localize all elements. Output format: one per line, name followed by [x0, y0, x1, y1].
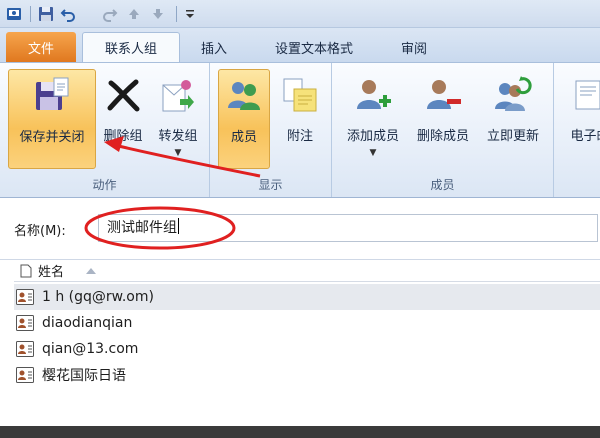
forward-group-label: 转发组 — [158, 129, 198, 144]
delete-group-label: 删除组 — [103, 129, 143, 144]
members-view-button[interactable]: 成员 — [218, 69, 270, 169]
ribbon-tab-strip: 文件 联系人组 插入 设置文本格式 审阅 — [0, 28, 600, 62]
remove-member-icon — [421, 73, 465, 117]
member-row[interactable]: qian@13.com — [14, 336, 600, 362]
toolbar-separator — [30, 6, 31, 22]
update-now-label: 立即更新 — [486, 129, 539, 144]
update-now-button[interactable]: 立即更新 — [478, 69, 548, 169]
notes-label: 附注 — [286, 129, 313, 144]
group-label-show: 显示 — [258, 178, 283, 192]
group-name-row: 名称(M): 测试邮件组 — [0, 198, 600, 260]
save-and-close-label: 保存并关闭 — [19, 130, 85, 145]
app-icon[interactable] — [4, 4, 24, 24]
sort-ascending-icon — [86, 267, 97, 274]
member-list: 姓名 1 h (gq@rw.om) diaodianqian qian@13.c… — [0, 260, 600, 430]
group-name-input[interactable]: 测试邮件组 — [98, 214, 598, 242]
notes-icon — [278, 73, 322, 117]
down-arrow-icon[interactable] — [148, 4, 168, 24]
ribbon: 保存并关闭 删除组 转发组 ▼ 动作 成员 附注 显示 添加成员 ▼ 删除成员 … — [0, 62, 600, 198]
bottom-strip — [0, 426, 600, 438]
group-label-members: 成员 — [430, 178, 455, 192]
tab-contact-group[interactable]: 联系人组 — [82, 32, 180, 62]
redo-icon[interactable] — [100, 4, 120, 24]
member-row[interactable]: diaodianqian — [14, 310, 600, 336]
contact-card-icon — [16, 315, 34, 331]
contact-card-icon — [16, 367, 34, 383]
email-label-partial: 电子邮 — [570, 129, 600, 144]
tab-insert[interactable]: 插入 — [186, 32, 242, 62]
group-label-actions: 动作 — [92, 178, 117, 192]
member-name: 樱花国际日语 — [42, 368, 126, 384]
delete-group-button[interactable]: 删除组 — [96, 69, 150, 169]
contact-card-icon — [16, 289, 34, 305]
remove-member-button[interactable]: 删除成员 — [410, 69, 476, 169]
forward-group-button[interactable]: 转发组 ▼ — [152, 69, 204, 169]
add-member-label: 添加成员 — [346, 129, 399, 144]
group-name-value: 测试邮件组 — [107, 220, 177, 236]
dropdown-arrow-icon[interactable]: ▼ — [370, 148, 377, 158]
email-button-partial[interactable]: 电子邮 — [560, 69, 600, 169]
group-email-partial: 电子邮 — [554, 63, 600, 197]
remove-member-label: 删除成员 — [416, 129, 469, 144]
add-member-button[interactable]: 添加成员 ▼ — [338, 69, 408, 169]
group-show: 成员 附注 显示 — [210, 63, 332, 197]
member-row[interactable]: 樱花国际日语 — [14, 362, 600, 388]
save-and-close-button[interactable]: 保存并关闭 — [8, 69, 96, 169]
name-column-header[interactable]: 姓名 — [38, 261, 64, 280]
update-icon — [491, 73, 535, 117]
email-icon — [568, 73, 600, 117]
group-members: 添加成员 ▼ 删除成员 立即更新 成员 — [332, 63, 554, 197]
text-caret — [178, 218, 179, 234]
dropdown-arrow-icon[interactable]: ▼ — [175, 148, 182, 158]
member-list-header: 姓名 — [14, 260, 600, 282]
group-actions: 保存并关闭 删除组 转发组 ▼ 动作 — [0, 63, 210, 197]
save-close-icon — [30, 74, 74, 118]
notes-button[interactable]: 附注 — [274, 69, 326, 169]
save-icon[interactable] — [36, 4, 56, 24]
tab-file[interactable]: 文件 — [6, 32, 76, 62]
document-icon — [20, 264, 32, 278]
name-field-label: 名称(M): — [14, 224, 66, 239]
toolbar-separator — [176, 6, 177, 22]
members-view-label: 成员 — [230, 130, 257, 145]
member-name: qian@13.com — [42, 341, 139, 357]
forward-icon — [156, 73, 200, 117]
member-row[interactable]: 1 h (gq@rw.om) — [14, 284, 600, 310]
quick-access-toolbar — [0, 0, 600, 28]
add-member-icon — [351, 73, 395, 117]
undo-icon[interactable] — [58, 4, 78, 24]
tab-format-text[interactable]: 设置文本格式 — [250, 32, 378, 62]
member-name: 1 h (gq@rw.om) — [42, 289, 154, 305]
member-name: diaodianqian — [42, 315, 133, 331]
up-arrow-icon[interactable] — [124, 4, 144, 24]
members-icon — [222, 74, 266, 118]
contact-card-icon — [16, 341, 34, 357]
tab-review[interactable]: 审阅 — [384, 32, 444, 62]
delete-x-icon — [101, 73, 145, 117]
customize-toolbar-icon[interactable] — [180, 4, 200, 24]
